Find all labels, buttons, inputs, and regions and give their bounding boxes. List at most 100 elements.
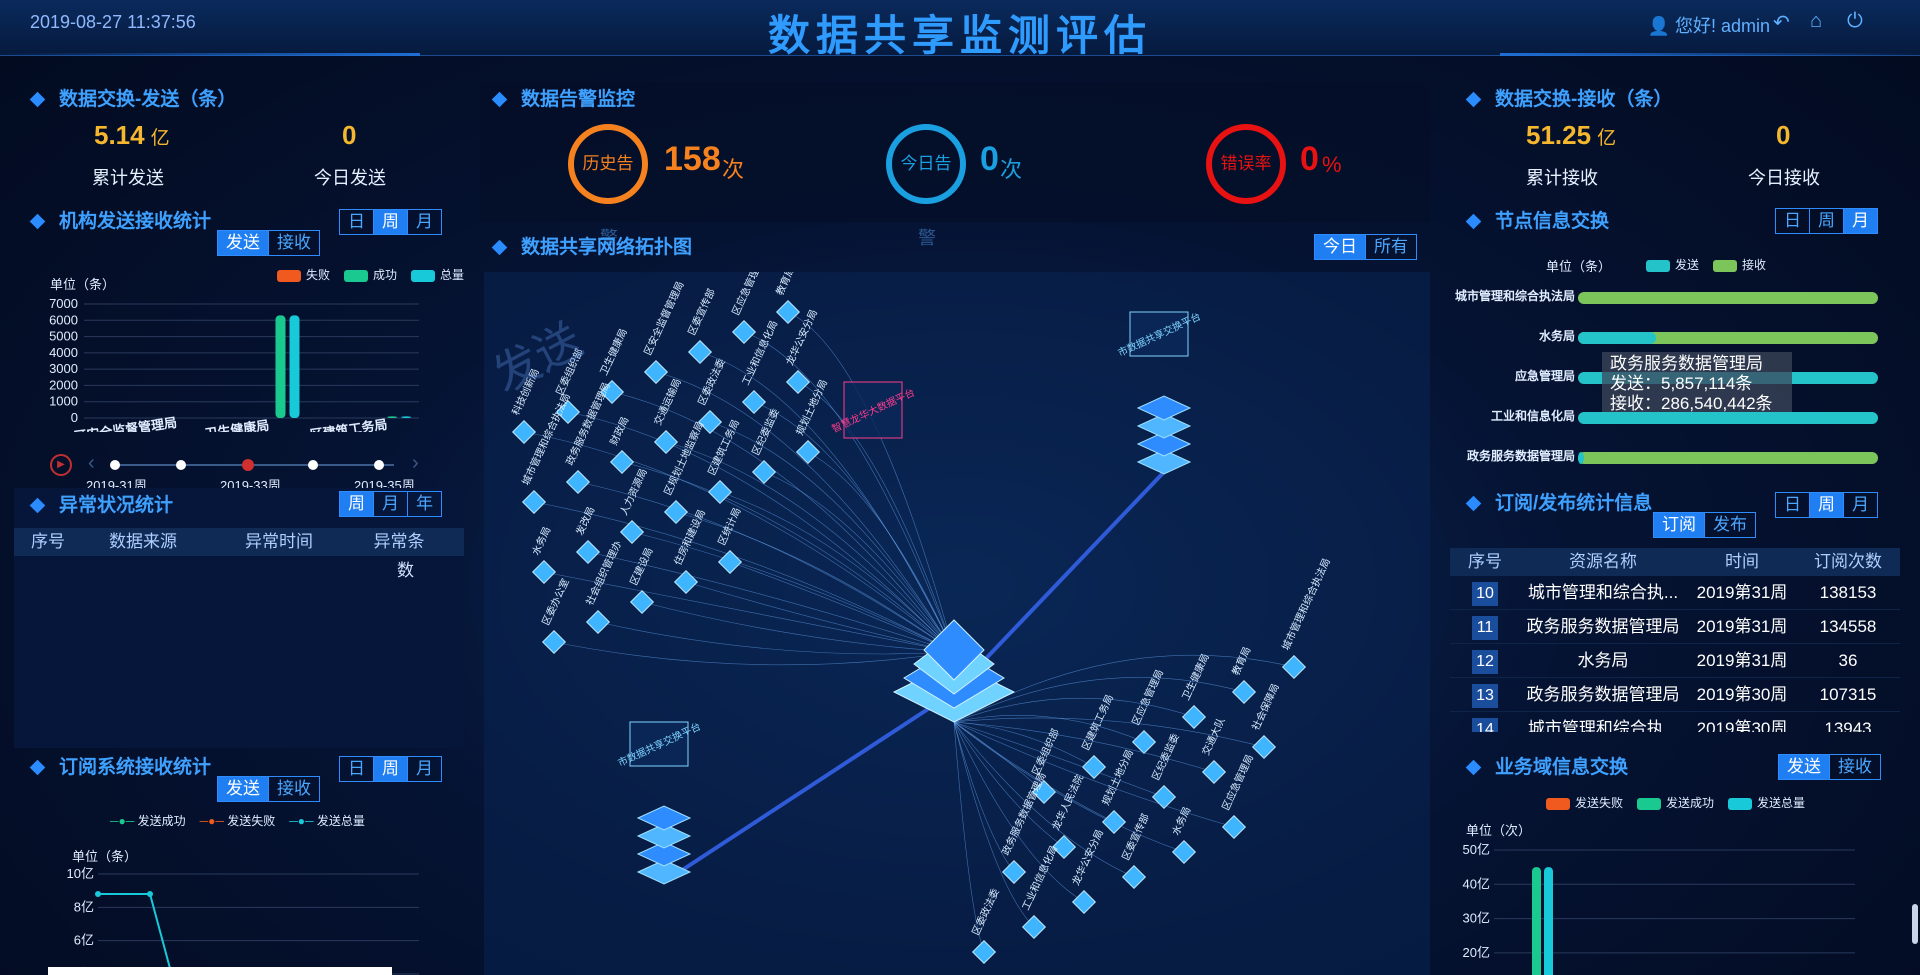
tab-week[interactable]: 周 bbox=[340, 492, 373, 516]
toggle-subscribe[interactable]: 订阅 bbox=[1654, 513, 1704, 537]
toggle-send[interactable]: 发送 bbox=[218, 777, 268, 801]
prev-icon[interactable]: ‹ bbox=[88, 452, 95, 475]
tab-week[interactable]: 周 bbox=[373, 210, 407, 234]
power-icon[interactable]: ⏻ bbox=[1847, 10, 1863, 33]
toggle-publish[interactable]: 发布 bbox=[1704, 513, 1755, 537]
tab-week[interactable]: 周 bbox=[373, 757, 407, 781]
toggle-send[interactable]: 发送 bbox=[218, 231, 268, 255]
toggle-receive[interactable]: 接收 bbox=[268, 777, 319, 801]
tab-day[interactable]: 日 bbox=[1776, 209, 1809, 233]
topology-map[interactable]: 科技创新局 区委组织部 卫生健康局 区安全监督管理局 区委宣传部 区应急管理局 教育局城市管… bbox=[484, 272, 1430, 975]
bar-发送成功 bbox=[1532, 867, 1541, 975]
tab-day[interactable]: 日 bbox=[340, 757, 373, 781]
user-greeting[interactable]: 👤 您好! admin bbox=[1648, 12, 1770, 38]
home-icon[interactable]: ⌂ bbox=[1810, 10, 1822, 33]
toggle-today[interactable]: 今日 bbox=[1315, 235, 1365, 259]
col-index: 序号 bbox=[31, 532, 65, 551]
tooltip-receive: 接收：286,540,442条 bbox=[1610, 394, 1773, 412]
x-tick-label: 区建筑工务局 bbox=[309, 417, 388, 432]
col-resource: 资源名称 bbox=[1569, 552, 1637, 571]
legend-send-total: 发送总量 bbox=[1728, 794, 1805, 811]
table-row[interactable]: 13 政务服务数据管理局 2019第30周 107315 bbox=[1450, 678, 1900, 712]
legend-success: 成功 bbox=[344, 266, 397, 283]
table-body: 10 城市管理和综合执... 2019第31周 138153 11 政务服务数据管理局 20… bbox=[1450, 576, 1900, 732]
play-icon[interactable]: ▶ bbox=[50, 454, 72, 476]
col-index: 序号 bbox=[1468, 552, 1502, 571]
horizontal-scrollbar[interactable] bbox=[48, 967, 392, 975]
timeline-dot[interactable] bbox=[110, 460, 120, 470]
page-title: 数据共享监测评估 bbox=[767, 12, 1152, 59]
tab-year[interactable]: 年 bbox=[407, 492, 441, 516]
diamond-icon bbox=[1465, 91, 1482, 108]
toggle-all[interactable]: 所有 bbox=[1365, 235, 1416, 259]
tab-month[interactable]: 月 bbox=[407, 210, 441, 234]
timeline-dot-active[interactable] bbox=[242, 459, 254, 471]
alarm-panel: 数据告警监控 历史告 158 次 警 今日告 0 次 警 错误率 0 % bbox=[480, 82, 1430, 248]
biz-panel: 业务域信息交换 发送 接收 发送失败 发送成功 发送总量 单位（次） 20亿 30… bbox=[1450, 752, 1900, 975]
tab-day[interactable]: 日 bbox=[1776, 493, 1809, 517]
dashboard: 2019-08-27 11:37:56 数据共享监测评估 👤 您好! admin… bbox=[0, 0, 1920, 975]
send-title: 数据交换-发送（条） bbox=[29, 84, 236, 111]
y-tick-label: 30亿 bbox=[1463, 911, 1490, 926]
row-index: 12 bbox=[1450, 644, 1520, 677]
y-tick-label: 政务服务数据管理局 bbox=[1467, 448, 1575, 463]
tab-week[interactable]: 周 bbox=[1809, 493, 1843, 517]
table-row[interactable]: 11 政务服务数据管理局 2019第31周 134558 bbox=[1450, 610, 1900, 644]
vertical-scrollbar[interactable] bbox=[1912, 904, 1918, 944]
subpub-table: 序号 资源名称 时间 订阅次数 10 城市管理和综合执... 2019第31周 138… bbox=[1450, 548, 1900, 732]
row-time: 2019第30周 bbox=[1696, 685, 1788, 704]
tooltip-title: 政务服务数据管理局 bbox=[1610, 354, 1763, 373]
node-tooltip: 政务服务数据管理局 发送：5,857,114条 接收：286,540,442条 bbox=[1602, 352, 1792, 412]
table-row[interactable]: 12 水务局 2019第31周 36 bbox=[1450, 644, 1900, 678]
table-row[interactable]: 10 城市管理和综合执... 2019第31周 138153 bbox=[1450, 576, 1900, 610]
toggle-receive[interactable]: 接收 bbox=[268, 231, 319, 255]
org-period-tabs: 日 周 月 bbox=[339, 209, 442, 235]
bar-总量 bbox=[401, 416, 412, 418]
row-resource: 城市管理和综合执... bbox=[1527, 719, 1679, 732]
timeline-slider[interactable]: ▶ ‹ › 2019-31周 2019-33周 2019-35周 bbox=[14, 448, 434, 493]
row-count: 13943 bbox=[1824, 719, 1872, 732]
timeline-dot[interactable] bbox=[176, 460, 186, 470]
bar-发送 bbox=[1578, 332, 1656, 344]
timeline-dot[interactable] bbox=[374, 460, 384, 470]
diamond-icon bbox=[1465, 213, 1482, 230]
back-icon[interactable]: ↶ bbox=[1773, 10, 1790, 35]
tab-month[interactable]: 月 bbox=[373, 492, 407, 516]
receive-title: 数据交换-接收（条） bbox=[1465, 84, 1672, 111]
org-direction-toggle: 发送 接收 bbox=[217, 230, 320, 256]
subsys-panel: 订阅系统接收统计 日 周 月 发送 接收 ─●─ 发送成功 ─●─ 发送失败 ─… bbox=[14, 752, 464, 975]
error-rate-unit: % bbox=[1322, 152, 1342, 177]
row-resource: 水务局 bbox=[1577, 651, 1629, 670]
tab-day[interactable]: 日 bbox=[340, 210, 373, 234]
today-alarm-unit: 次 bbox=[1000, 157, 1023, 182]
send-today-label: 今日发送 bbox=[314, 168, 386, 188]
next-icon[interactable]: › bbox=[412, 452, 419, 475]
bar-发送 bbox=[1578, 412, 1878, 424]
history-alarm-unit: 次 bbox=[722, 157, 745, 182]
legend-send-fail: 发送失败 bbox=[1546, 794, 1623, 811]
subsys-period-tabs: 日 周 月 bbox=[339, 756, 442, 782]
tab-month[interactable]: 月 bbox=[1843, 493, 1877, 517]
abnormal-period-tabs: 周 月 年 bbox=[339, 491, 442, 517]
row-index: 13 bbox=[1450, 678, 1520, 711]
legend-total: 总量 bbox=[411, 266, 464, 283]
send-today-value: 0 bbox=[342, 120, 357, 150]
send-total-value: 5.14 亿 bbox=[94, 120, 170, 150]
bar-成功 bbox=[387, 416, 398, 418]
y-tick-label: 10亿 bbox=[67, 866, 94, 881]
row-resource: 城市管理和综合执... bbox=[1527, 583, 1679, 602]
timeline-dot[interactable] bbox=[308, 460, 318, 470]
biz-title: 业务域信息交换 bbox=[1465, 752, 1628, 779]
diamond-icon bbox=[1465, 759, 1482, 776]
table-row[interactable]: 14 城市管理和综合执... 2019第30周 13943 bbox=[1450, 712, 1900, 732]
tab-week[interactable]: 周 bbox=[1809, 209, 1843, 233]
subsys-line-chart: 4亿6亿8亿10亿 bbox=[67, 866, 419, 975]
subpub-toggle: 订阅 发布 bbox=[1653, 512, 1756, 538]
row-index: 10 bbox=[1450, 576, 1520, 609]
tab-month[interactable]: 月 bbox=[407, 757, 441, 781]
tab-month[interactable]: 月 bbox=[1843, 209, 1877, 233]
index-badge: 14 bbox=[1472, 718, 1498, 732]
toggle-receive[interactable]: 接收 bbox=[1829, 755, 1880, 779]
y-tick-label: 6000 bbox=[49, 312, 78, 327]
toggle-send[interactable]: 发送 bbox=[1779, 755, 1829, 779]
